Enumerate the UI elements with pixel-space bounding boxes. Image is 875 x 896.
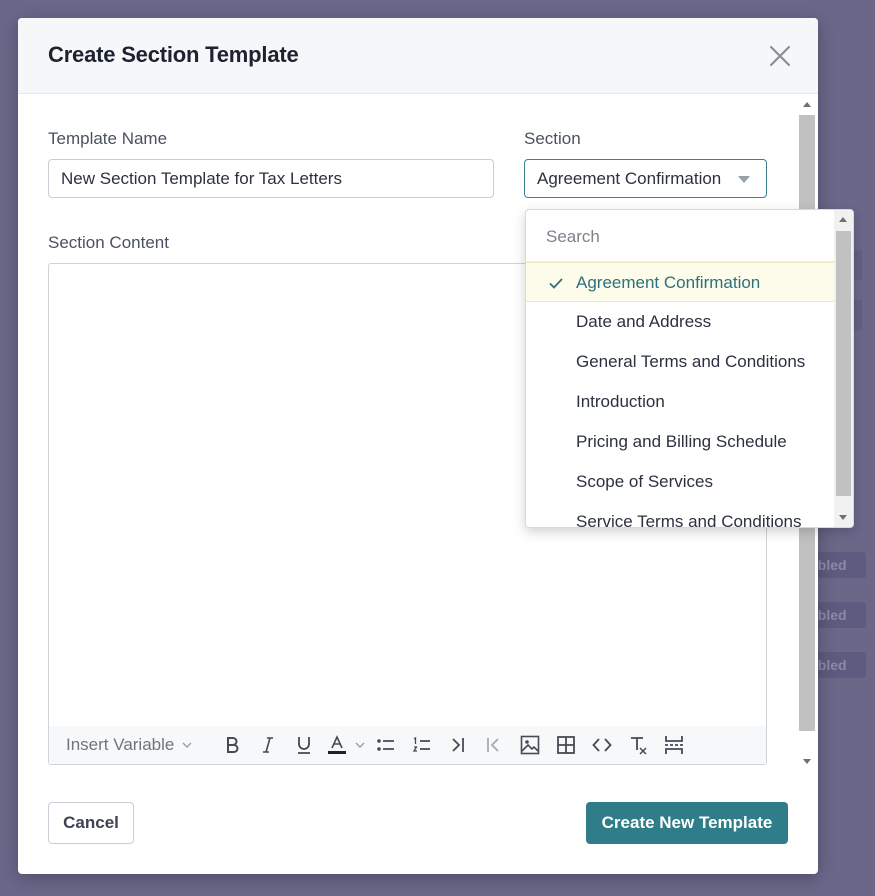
insert-variable-dropdown[interactable]: Insert Variable <box>66 735 192 755</box>
italic-icon <box>263 737 274 753</box>
underline-button[interactable] <box>286 730 322 760</box>
code-view-button[interactable] <box>584 730 620 760</box>
editor-toolbar: Insert Variable <box>49 726 766 764</box>
dropdown-option-pricing-billing[interactable]: Pricing and Billing Schedule <box>526 422 834 462</box>
template-name-label: Template Name <box>48 129 168 148</box>
text-color-icon <box>328 735 347 754</box>
dropdown-option-general-terms[interactable]: General Terms and Conditions <box>526 342 834 382</box>
dropdown-option-label: Pricing and Billing Schedule <box>576 432 787 451</box>
dropdown-option-label: Agreement Confirmation <box>576 273 761 292</box>
outdent-button[interactable] <box>476 730 512 760</box>
text-color-dropdown[interactable] <box>352 730 368 760</box>
underline-icon <box>298 737 311 754</box>
modal-title: Create Section Template <box>48 42 299 67</box>
bullet-list-icon <box>377 739 395 751</box>
cancel-button[interactable]: Cancel <box>48 802 134 844</box>
scroll-down-icon <box>839 515 847 520</box>
close-icon <box>769 45 791 67</box>
chevron-down-icon <box>182 742 192 748</box>
scroll-up-icon <box>839 217 847 222</box>
template-name-input[interactable] <box>48 159 494 198</box>
close-button[interactable] <box>766 42 794 70</box>
dropdown-option-introduction[interactable]: Introduction <box>526 382 834 422</box>
modal-header: Create Section Template <box>18 18 818 94</box>
section-select[interactable]: Agreement Confirmation <box>524 159 767 198</box>
dropdown-option-date-and-address[interactable]: Date and Address <box>526 302 834 342</box>
bullet-list-button[interactable] <box>368 730 404 760</box>
clear-formatting-button[interactable] <box>620 730 656 760</box>
numbered-list-icon <box>413 736 431 752</box>
page-break-icon <box>665 736 684 754</box>
create-new-template-button[interactable]: Create New Template <box>586 802 788 844</box>
code-icon <box>592 738 613 752</box>
text-color-button[interactable] <box>322 730 352 760</box>
dropdown-option-label: Introduction <box>576 392 665 411</box>
dropdown-scrollbar[interactable] <box>834 210 853 527</box>
dropdown-search-input[interactable]: Search <box>526 210 834 262</box>
dropdown-option-label: Service Terms and Conditions <box>576 512 802 528</box>
scroll-up-icon <box>803 102 811 107</box>
outdent-icon <box>487 738 499 752</box>
caret-down-icon <box>738 176 750 183</box>
dropdown-option-label: Scope of Services <box>576 472 714 491</box>
table-icon <box>557 736 576 754</box>
page-break-button[interactable] <box>656 730 692 760</box>
indent-button[interactable] <box>440 730 476 760</box>
section-label: Section <box>524 129 581 148</box>
dropdown-option-agreement-confirmation[interactable]: Agreement Confirmation <box>526 262 834 302</box>
dropdown-option-service-terms[interactable]: Service Terms and Conditions <box>526 502 834 528</box>
insert-variable-label: Insert Variable <box>66 735 175 754</box>
bold-button[interactable] <box>214 730 250 760</box>
section-content-label: Section Content <box>48 233 169 252</box>
insert-image-button[interactable] <box>512 730 548 760</box>
bold-icon <box>227 737 239 753</box>
numbered-list-button[interactable] <box>404 730 440 760</box>
check-icon <box>549 278 563 289</box>
dropdown-option-label: General Terms and Conditions <box>576 352 806 371</box>
clear-formatting-icon <box>631 737 647 755</box>
dropdown-option-scope-of-services[interactable]: Scope of Services <box>526 462 834 502</box>
italic-button[interactable] <box>250 730 286 760</box>
chevron-down-icon <box>355 742 365 748</box>
indent-icon <box>452 738 465 752</box>
scroll-down-icon <box>803 759 811 764</box>
dropdown-option-label: Date and Address <box>576 312 712 331</box>
insert-table-button[interactable] <box>548 730 584 760</box>
dropdown-scrollbar-thumb[interactable] <box>836 231 851 496</box>
image-icon <box>521 735 540 755</box>
section-select-value: Agreement Confirmation <box>537 169 722 188</box>
section-dropdown-menu: Search Agreement Confirmation Date and A… <box>525 209 854 528</box>
dropdown-options-list: Agreement Confirmation Date and Address … <box>526 262 834 528</box>
